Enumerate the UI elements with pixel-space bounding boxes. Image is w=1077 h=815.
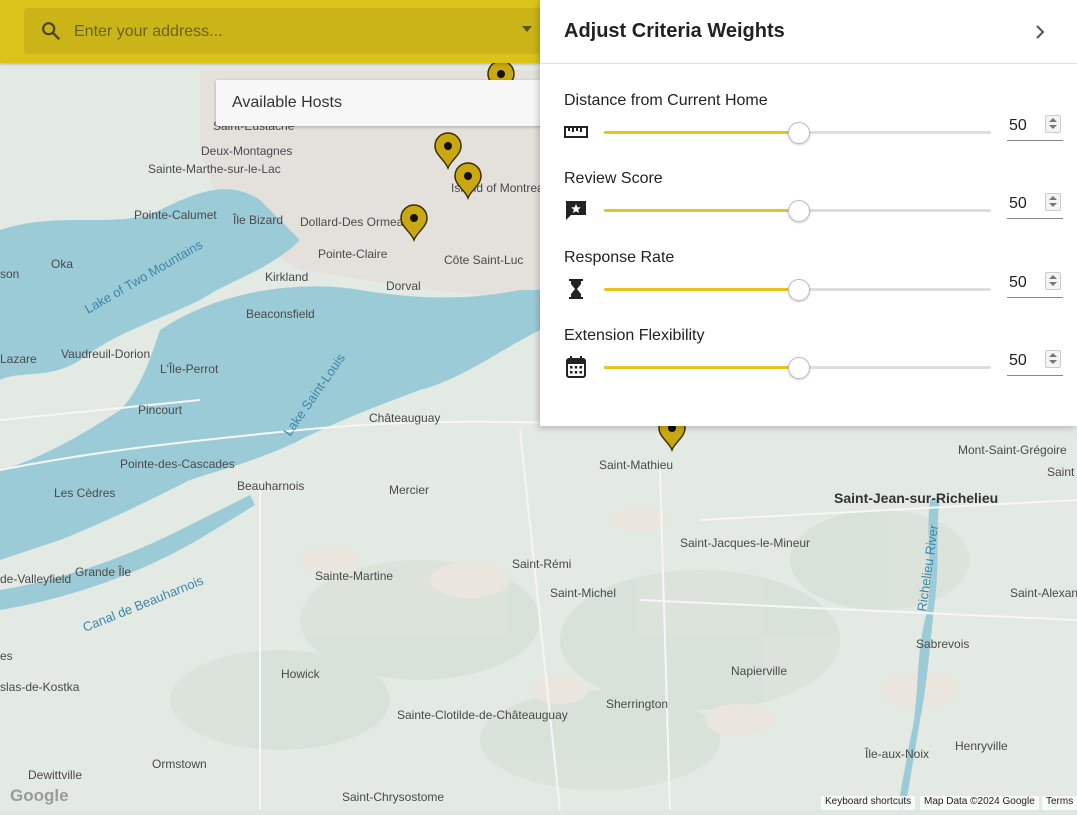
town-label: Vaudreuil-Dorion [61, 347, 150, 361]
town-label: Saint-Jacques-le-Mineur [680, 536, 810, 550]
town-label: Henryville [955, 739, 1008, 753]
town-label: es [0, 649, 13, 663]
extension-flexibility-slider[interactable] [604, 357, 991, 379]
panel-header: Adjust Criteria Weights [540, 0, 1077, 64]
town-label: Sherrington [606, 697, 668, 711]
town-label: Saint-Michel [550, 586, 616, 600]
calendar-icon [566, 356, 586, 378]
town-label: Grande Île [75, 564, 131, 579]
spinner-icon[interactable] [1045, 350, 1061, 368]
weight-value[interactable] [1007, 349, 1047, 373]
slider-fill [604, 131, 798, 134]
town-label: Saint-Mathieu [599, 458, 673, 472]
town-label: Île-aux-Noix [864, 746, 929, 761]
slider-thumb[interactable] [787, 357, 810, 379]
chevron-down-icon[interactable] [522, 26, 532, 32]
response-rate-slider[interactable] [604, 279, 991, 301]
search-icon [42, 22, 61, 41]
spinner-icon[interactable] [1045, 272, 1061, 290]
terms-link[interactable]: Terms [1042, 796, 1077, 810]
town-label: Dorval [386, 279, 421, 293]
town-label: Sabrevois [916, 637, 969, 651]
town-label: L'Île-Perrot [160, 361, 219, 376]
town-label: Beauharnois [237, 479, 304, 493]
slider-fill [604, 209, 798, 212]
town-label: Pointe-Claire [318, 247, 388, 261]
town-label: Dewittville [28, 768, 82, 782]
criterion-extension-flexibility: Extension Flexibility [564, 327, 1064, 401]
criterion-label: Review Score [564, 170, 663, 187]
weight-value[interactable] [1007, 271, 1047, 295]
town-label: Saint-Rémi [512, 557, 571, 571]
town-label: Lazare [0, 352, 37, 366]
town-label: Howick [281, 667, 321, 681]
review-weight-input[interactable] [1007, 190, 1063, 219]
extension-weight-input[interactable] [1007, 347, 1063, 376]
chevron-right-icon[interactable] [1028, 20, 1052, 44]
address-input[interactable] [72, 18, 516, 46]
criterion-label: Distance from Current Home [564, 92, 768, 109]
keyboard-shortcuts-link[interactable]: Keyboard shortcuts [821, 796, 916, 810]
slider-thumb[interactable] [787, 122, 810, 144]
slider-fill [604, 288, 798, 291]
spinner-icon[interactable] [1045, 193, 1061, 211]
weight-value[interactable] [1007, 114, 1047, 138]
town-label: Saint-Jean-sur-Richelieu [834, 490, 998, 506]
response-weight-input[interactable] [1007, 269, 1063, 298]
town-label: slas-de-Kostka [0, 680, 80, 694]
review-icon [566, 201, 586, 220]
criterion-distance: Distance from Current Home [564, 92, 1064, 166]
town-label: de-Valleyfield [0, 572, 71, 586]
map-data-attribution: Map Data ©2024 Google [920, 796, 1039, 810]
town-label: Mercier [389, 483, 429, 497]
town-label: Ormstown [152, 757, 207, 771]
town-label: Deux-Montagnes [201, 144, 292, 158]
weight-value[interactable] [1007, 192, 1047, 216]
panel-title: Adjust Criteria Weights [564, 20, 785, 42]
town-label: Saint-Chrysostome [342, 790, 444, 804]
town-label: Sainte-Marthe-sur-le-Lac [148, 162, 281, 176]
hourglass-icon [569, 279, 583, 299]
town-label: Oka [51, 257, 73, 271]
town-label: Les Cèdres [54, 486, 115, 500]
town-label: Châteauguay [369, 411, 440, 425]
town-label: Pointe-Calumet [134, 208, 217, 222]
google-logo: Google [10, 786, 69, 805]
town-label: Kirkland [265, 270, 308, 284]
criterion-review-score: Review Score [564, 170, 1064, 244]
criterion-response-rate: Response Rate [564, 249, 1064, 323]
slider-thumb[interactable] [787, 279, 810, 301]
town-label: Dollard-Des Ormeaux [300, 215, 416, 229]
town-label: Pointe-des-Cascades [120, 457, 235, 471]
review-score-slider[interactable] [604, 200, 991, 222]
slider-fill [604, 366, 798, 369]
town-label: Mont-Saint-Grégoire [958, 443, 1067, 457]
town-label: son [0, 267, 19, 281]
available-hosts-dropdown[interactable]: Available Hosts [216, 80, 546, 126]
town-label: Côte Saint-Luc [444, 253, 523, 267]
town-label: Île Bizard [232, 212, 283, 227]
town-label: Saint-Alexan [1010, 586, 1077, 600]
slider-thumb[interactable] [787, 200, 810, 222]
town-label: Sainte-Clotilde-de-Châteauguay [397, 708, 568, 722]
town-label: Sainte-Martine [315, 569, 393, 583]
criterion-label: Extension Flexibility [564, 327, 705, 344]
criterion-label: Response Rate [564, 249, 675, 266]
criteria-weights-panel: Adjust Criteria Weights Distance from Cu… [540, 0, 1077, 426]
distance-weight-input[interactable] [1007, 112, 1063, 141]
address-search[interactable] [24, 8, 548, 54]
ruler-icon [564, 126, 588, 138]
town-label: Pincourt [138, 403, 183, 417]
available-hosts-label: Available Hosts [232, 94, 342, 111]
town-label: Saint [1047, 465, 1075, 479]
town-label: Napierville [731, 664, 787, 678]
spinner-icon[interactable] [1045, 115, 1061, 133]
town-label: Beaconsfield [246, 307, 315, 321]
distance-slider[interactable] [604, 122, 991, 144]
